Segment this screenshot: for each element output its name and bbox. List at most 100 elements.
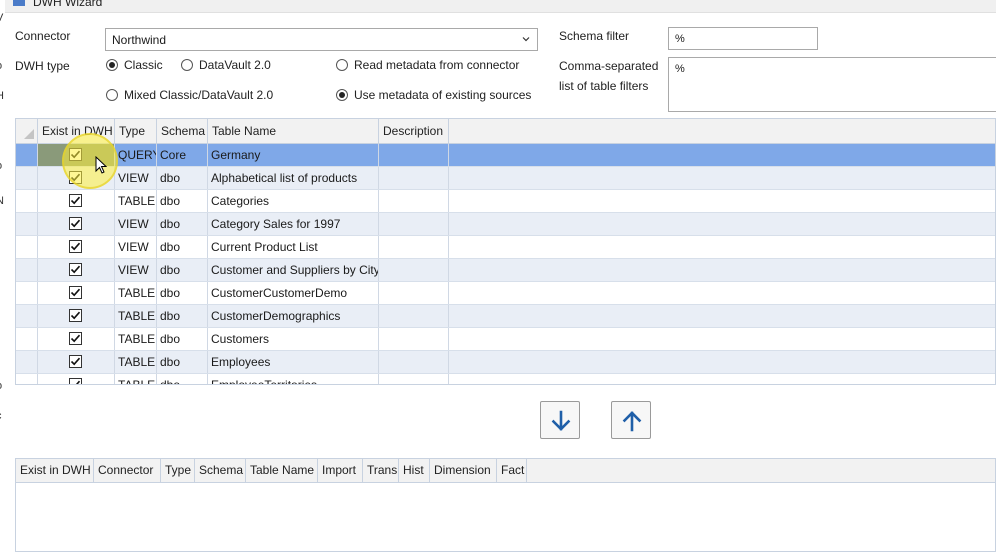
cell-type: TABLE	[115, 351, 157, 373]
t-col-connector[interactable]: Connector	[94, 459, 161, 483]
cell-exist	[38, 351, 115, 373]
cell-table-name: CustomerCustomerDemo	[208, 282, 379, 304]
radio-datavault[interactable]: DataVault 2.0	[181, 58, 271, 72]
cell-description	[379, 351, 449, 373]
table-filters-input[interactable]: %	[668, 57, 996, 112]
target-grid-header: Exist in DWH Connector Type Schema Table…	[16, 459, 995, 483]
arrow-down-icon	[551, 410, 571, 431]
t-col-hist[interactable]: Hist	[399, 459, 430, 483]
exist-checkbox[interactable]	[69, 309, 82, 322]
move-down-button[interactable]	[540, 401, 580, 439]
radio-datavault-indicator	[181, 59, 193, 71]
schema-filter-input[interactable]: %	[668, 27, 818, 50]
radio-mixed[interactable]: Mixed Classic/DataVault 2.0	[106, 88, 273, 102]
source-tables-grid[interactable]: Exist in DWH Type Schema Table Name Desc…	[15, 118, 996, 385]
table-row[interactable]: TABLE dbo CustomerCustomerDemo	[16, 282, 995, 305]
table-row[interactable]: TABLE dbo Customers	[16, 328, 995, 351]
row-header-corner	[16, 119, 38, 144]
title-bar: DWH Wizard	[5, 0, 996, 13]
window-title: DWH Wizard	[33, 0, 103, 9]
t-col-type[interactable]: Type	[161, 459, 195, 483]
table-row[interactable]: VIEW dbo Customer and Suppliers by City	[16, 259, 995, 282]
exist-checkbox[interactable]	[69, 217, 82, 230]
radio-classic[interactable]: Classic	[106, 58, 163, 72]
background-letter: o	[0, 60, 2, 72]
exist-checkbox[interactable]	[69, 355, 82, 368]
connector-value: Northwind	[112, 33, 167, 47]
exist-checkbox[interactable]	[69, 378, 82, 384]
move-up-button[interactable]	[611, 401, 651, 439]
check-icon	[70, 242, 81, 251]
row-header[interactable]	[16, 282, 38, 304]
t-col-exist[interactable]: Exist in DWH	[16, 459, 94, 483]
cell-schema: dbo	[157, 305, 208, 327]
t-col-trans[interactable]: Trans	[363, 459, 399, 483]
cell-type: VIEW	[115, 236, 157, 258]
cell-table-name: Germany	[208, 144, 379, 166]
table-filters-label-line1: Comma-separated	[559, 59, 659, 73]
check-icon	[70, 357, 81, 366]
radio-use-existing[interactable]: Use metadata of existing sources	[336, 88, 531, 102]
row-header[interactable]	[16, 167, 38, 189]
row-header[interactable]	[16, 328, 38, 350]
exist-checkbox[interactable]	[69, 194, 82, 207]
connector-dropdown[interactable]: Northwind	[105, 28, 538, 51]
table-row[interactable]: TABLE dbo Employees	[16, 351, 995, 374]
table-row[interactable]: TABLE dbo CustomerDemographics	[16, 305, 995, 328]
cell-exist	[38, 328, 115, 350]
row-header[interactable]	[16, 213, 38, 235]
cell-description	[379, 144, 449, 166]
t-col-fact[interactable]: Fact	[497, 459, 527, 483]
cell-table-name: Customers	[208, 328, 379, 350]
cell-schema: dbo	[157, 351, 208, 373]
cell-description	[379, 167, 449, 189]
background-letter: o	[0, 380, 2, 392]
table-row[interactable]: VIEW dbo Category Sales for 1997	[16, 213, 995, 236]
t-col-dimension[interactable]: Dimension	[430, 459, 497, 483]
cell-exist	[38, 282, 115, 304]
cell-table-name: Category Sales for 1997	[208, 213, 379, 235]
check-icon	[70, 288, 81, 297]
row-header[interactable]	[16, 305, 38, 327]
exist-checkbox[interactable]	[69, 240, 82, 253]
exist-checkbox[interactable]	[69, 332, 82, 345]
radio-mixed-label: Mixed Classic/DataVault 2.0	[124, 88, 274, 102]
cell-table-name: Current Product List	[208, 236, 379, 258]
cell-type: VIEW	[115, 259, 157, 281]
col-header-schema[interactable]: Schema	[157, 119, 208, 144]
cell-type: TABLE	[115, 282, 157, 304]
row-header[interactable]	[16, 144, 38, 166]
cell-schema: dbo	[157, 282, 208, 304]
radio-read-metadata[interactable]: Read metadata from connector	[336, 58, 519, 72]
t-col-schema[interactable]: Schema	[195, 459, 246, 483]
dwh-type-label: DWH type	[15, 59, 70, 73]
chevron-down-icon	[522, 37, 530, 42]
row-header[interactable]	[16, 374, 38, 384]
table-row[interactable]: TABLE dbo Categories	[16, 190, 995, 213]
table-row[interactable]: VIEW dbo Alphabetical list of products	[16, 167, 995, 190]
cell-description	[379, 213, 449, 235]
t-col-table-name[interactable]: Table Name	[246, 459, 318, 483]
row-header[interactable]	[16, 259, 38, 281]
table-row[interactable]: TABLE dbo EmployeeTerritories	[16, 374, 995, 384]
col-header-type[interactable]: Type	[115, 119, 157, 144]
cell-table-name: Customer and Suppliers by City	[208, 259, 379, 281]
t-col-import[interactable]: Import	[318, 459, 363, 483]
source-grid-header: Exist in DWH Type Schema Table Name Desc…	[16, 119, 995, 144]
background-letter: H	[0, 90, 4, 102]
exist-checkbox[interactable]	[69, 286, 82, 299]
cell-table-name: EmployeeTerritories	[208, 374, 379, 384]
table-row[interactable]: VIEW dbo Current Product List	[16, 236, 995, 259]
col-header-table-name[interactable]: Table Name	[208, 119, 379, 144]
cell-type: VIEW	[115, 213, 157, 235]
table-row[interactable]: QUERY Core Germany	[16, 144, 995, 167]
row-header[interactable]	[16, 190, 38, 212]
row-header[interactable]	[16, 236, 38, 258]
radio-read-metadata-label: Read metadata from connector	[354, 58, 520, 72]
connector-label: Connector	[15, 29, 71, 43]
col-header-description[interactable]: Description	[379, 119, 449, 144]
click-highlight	[62, 133, 118, 189]
exist-checkbox[interactable]	[69, 263, 82, 276]
target-tables-grid[interactable]: Exist in DWH Connector Type Schema Table…	[15, 458, 996, 552]
row-header[interactable]	[16, 351, 38, 373]
